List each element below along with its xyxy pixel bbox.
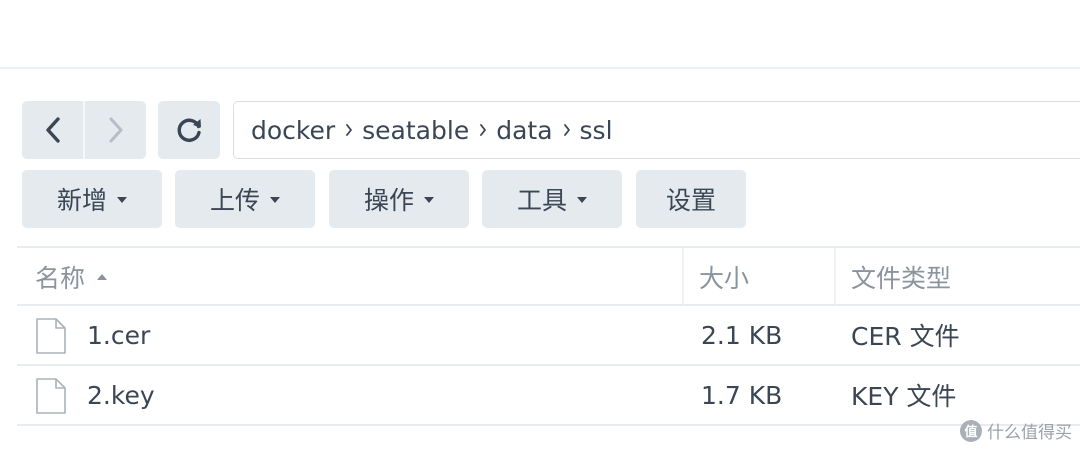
breadcrumb-data[interactable]: data bbox=[496, 116, 552, 145]
column-header-size[interactable]: 大小 bbox=[699, 248, 749, 306]
watermark: 值 什么值得买 bbox=[960, 418, 1072, 443]
watermark-logo-icon: 值 bbox=[960, 419, 982, 442]
file-size: 2.1 KB bbox=[701, 320, 783, 350]
column-divider[interactable] bbox=[834, 248, 836, 306]
tools-button[interactable]: 工具 bbox=[482, 170, 622, 228]
breadcrumb-separator-icon bbox=[479, 123, 487, 137]
upload-button-label: 上传 bbox=[209, 186, 260, 215]
action-button-label: 操作 bbox=[363, 186, 414, 215]
history-nav bbox=[22, 101, 146, 159]
chevron-right-icon bbox=[109, 117, 122, 143]
create-button[interactable]: 新增 bbox=[22, 170, 162, 228]
file-name: 2.key bbox=[87, 380, 155, 410]
action-button[interactable]: 操作 bbox=[329, 170, 469, 228]
table-row[interactable]: 2.key 1.7 KB KEY 文件 bbox=[17, 366, 1080, 426]
file-icon bbox=[36, 378, 66, 414]
tools-button-label: 工具 bbox=[516, 186, 567, 215]
window-divider bbox=[0, 67, 1080, 69]
breadcrumb-docker[interactable]: docker bbox=[251, 116, 335, 145]
file-type: CER 文件 bbox=[851, 322, 960, 351]
chevron-left-icon bbox=[45, 117, 60, 143]
breadcrumb-separator-icon bbox=[345, 123, 353, 137]
path-bar[interactable]: docker seatable data ssl bbox=[233, 101, 1080, 159]
sort-ascending-icon bbox=[97, 274, 108, 280]
table-row[interactable]: 1.cer 2.1 KB CER 文件 bbox=[17, 306, 1080, 366]
settings-button-label: 设置 bbox=[665, 186, 716, 215]
forward-button[interactable] bbox=[85, 101, 146, 159]
caret-down-icon bbox=[270, 197, 280, 203]
column-header-name-label: 名称 bbox=[35, 264, 86, 293]
file-icon bbox=[36, 318, 66, 354]
column-header-type[interactable]: 文件类型 bbox=[851, 248, 951, 306]
column-divider[interactable] bbox=[682, 248, 684, 306]
file-name: 1.cer bbox=[87, 320, 151, 350]
breadcrumb-separator-icon bbox=[563, 123, 571, 137]
table-header: 名称 大小 文件类型 bbox=[17, 246, 1080, 306]
file-size: 1.7 KB bbox=[701, 380, 783, 410]
breadcrumb-ssl[interactable]: ssl bbox=[580, 116, 613, 145]
breadcrumb-seatable[interactable]: seatable bbox=[362, 116, 469, 145]
file-table: 名称 大小 文件类型 1.cer 2.1 KB CER 文件 2.key 1.7… bbox=[17, 246, 1080, 426]
watermark-text: 什么值得买 bbox=[987, 423, 1072, 443]
upload-button[interactable]: 上传 bbox=[175, 170, 315, 228]
refresh-icon bbox=[177, 118, 201, 142]
caret-down-icon bbox=[117, 197, 127, 203]
column-header-type-label: 文件类型 bbox=[851, 264, 952, 293]
settings-button[interactable]: 设置 bbox=[636, 170, 746, 228]
column-header-size-label: 大小 bbox=[699, 264, 750, 293]
back-button[interactable] bbox=[22, 101, 83, 159]
refresh-button[interactable] bbox=[158, 101, 220, 159]
caret-down-icon bbox=[424, 197, 434, 203]
file-type: KEY 文件 bbox=[851, 382, 957, 411]
column-header-name[interactable]: 名称 bbox=[35, 248, 108, 306]
caret-down-icon bbox=[577, 197, 587, 203]
create-button-label: 新增 bbox=[56, 186, 107, 215]
